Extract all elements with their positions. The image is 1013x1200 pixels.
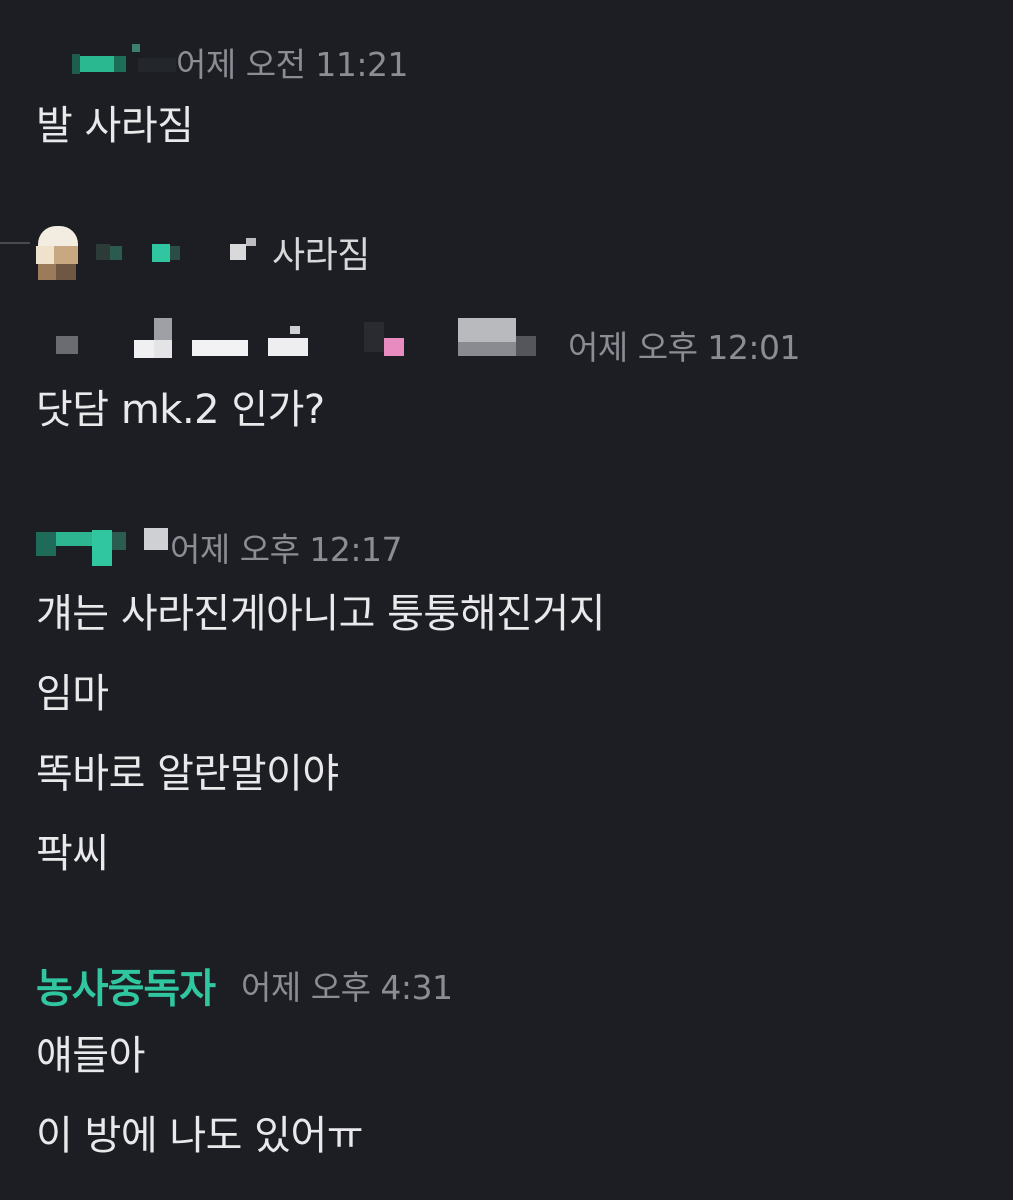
message-header: 어제 오후 12:17 (170, 522, 403, 572)
reply-censored-name (92, 236, 272, 272)
message-text: 발 사라짐 (36, 103, 194, 149)
reply-avatar (34, 222, 82, 282)
message-text: 걔는 사라진게아니고 퉁퉁해진거지 (36, 591, 605, 637)
reply-connector (0, 242, 30, 244)
timestamp: 어제 오후 4:31 (241, 968, 453, 1007)
message-text: 똑바로 알란말이야 (36, 751, 339, 797)
censored-username[interactable] (36, 524, 168, 572)
timestamp: 어제 오후 12:17 (170, 530, 403, 569)
timestamp: 어제 오전 11:21 (176, 45, 409, 84)
username[interactable]: 농사중독자 (36, 956, 216, 1014)
censored-username[interactable] (50, 312, 550, 368)
timestamp: 어제 오후 12:01 (568, 328, 801, 367)
message-text: 닷담 mk.2 인가? (36, 387, 325, 433)
message-text: 얘들아 (36, 1033, 145, 1079)
chat-log: 어제 오전 11:21 발 사라짐 사라짐 어제 오후 12:01 닷담 mk.… (0, 0, 1013, 1200)
message-text: 이 방에 나도 있어ㅠ (36, 1113, 364, 1159)
message-header: 어제 오전 11:21 (176, 37, 409, 87)
censored-username[interactable] (72, 44, 182, 84)
message-header: 농사중독자 어제 오후 4:31 (36, 960, 453, 1012)
message-text: 팍씨 (36, 831, 109, 877)
message-text: 임마 (36, 671, 109, 717)
message-header: 어제 오후 12:01 (568, 320, 801, 370)
reply-text: 사라짐 (272, 235, 370, 276)
